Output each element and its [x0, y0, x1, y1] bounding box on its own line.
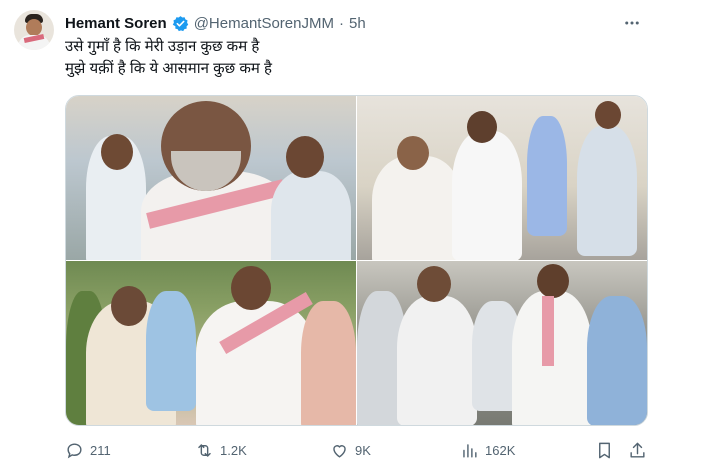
scarf-shape — [542, 296, 554, 366]
reply-count: 211 — [90, 442, 111, 458]
person-head — [231, 266, 271, 310]
tweet-header: Hemant Soren @HemantSorenJMM · 5h — [65, 12, 366, 34]
views-count: 162K — [485, 442, 516, 458]
header-separator: · — [338, 14, 344, 32]
person-head — [417, 266, 451, 302]
person-figure — [587, 296, 647, 425]
tweet-photo-4[interactable] — [357, 261, 647, 425]
share-icon — [630, 442, 645, 458]
like-button[interactable]: 9K — [330, 438, 371, 462]
repost-icon — [198, 443, 211, 457]
bookmark-button[interactable] — [595, 438, 614, 462]
verified-badge-icon — [172, 15, 188, 31]
person-figure — [372, 156, 462, 260]
tweet-text-line-1: उसे गुमाँ है कि मेरी उड़ान कुछ कम है — [65, 38, 260, 55]
more-horizontal-icon[interactable] — [621, 12, 643, 34]
author-handle[interactable]: @HemantSorenJMM — [194, 15, 334, 32]
person-figure — [146, 291, 196, 411]
person-figure — [397, 296, 477, 425]
tweet-time[interactable]: 5h — [349, 15, 366, 32]
person-figure — [577, 126, 637, 256]
like-count: 9K — [355, 442, 371, 458]
views-button[interactable]: 162K — [460, 438, 515, 462]
views-chart-icon — [463, 443, 477, 458]
person-figure — [527, 116, 567, 236]
tweet-photo-2[interactable] — [357, 96, 647, 260]
reply-button[interactable]: 211 — [65, 438, 111, 462]
tweet-photo-3[interactable] — [66, 261, 356, 425]
tweet-actions: 211 1.2K 9K 162K — [65, 438, 648, 462]
share-button[interactable] — [628, 438, 647, 462]
person-head — [595, 101, 621, 129]
repost-button[interactable]: 1.2K — [195, 438, 247, 462]
bookmark-icon — [599, 442, 610, 458]
person-figure — [452, 131, 522, 260]
media-grid — [65, 95, 648, 426]
reply-icon — [67, 442, 82, 458]
heart-icon — [333, 444, 346, 458]
person-head — [101, 134, 133, 170]
person-head — [286, 136, 324, 178]
person-head — [467, 111, 497, 143]
person-figure — [271, 171, 351, 260]
tweet-photo-1[interactable] — [66, 96, 356, 260]
author-avatar[interactable] — [14, 10, 54, 50]
avatar-face — [26, 19, 42, 36]
person-figure — [301, 301, 356, 425]
repost-count: 1.2K — [220, 442, 247, 458]
tweet-text-line-2: मुझे यक़ीं है कि ये आसमान कुछ कम है — [65, 60, 272, 77]
person-head — [111, 286, 147, 326]
person-head — [537, 264, 569, 298]
author-name[interactable]: Hemant Soren — [65, 15, 167, 32]
person-head — [397, 136, 429, 170]
